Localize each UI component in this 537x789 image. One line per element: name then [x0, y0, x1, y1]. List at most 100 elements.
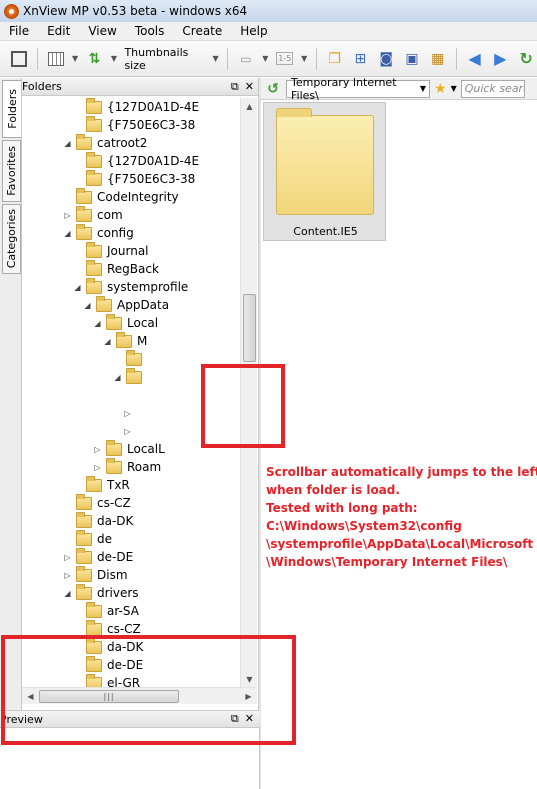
tree-node[interactable]: TxR: [72, 475, 130, 494]
network-icon: ⊞: [354, 50, 367, 67]
one-to-five-button[interactable]: 1-5: [274, 47, 296, 71]
tree-node[interactable]: ◢: [112, 367, 147, 386]
expand-arrow-icon[interactable]: ◢: [82, 301, 93, 310]
tree-node[interactable]: {F750E6C3-38: [72, 115, 195, 134]
folder-icon: [76, 565, 92, 582]
expand-arrow-icon[interactable]: ◢: [62, 229, 73, 238]
page-layout-dropdown[interactable]: ▼: [261, 47, 270, 71]
tree-node[interactable]: {127D0A1D-4E: [72, 98, 199, 116]
rating-dropdown[interactable]: ▼: [300, 47, 309, 71]
tree-node-label: catroot2: [97, 136, 148, 150]
close-icon[interactable]: ✕: [245, 80, 254, 94]
tab-folders-label: Folders: [5, 89, 19, 129]
tree-node[interactable]: ▷: [122, 422, 133, 440]
tree-node-label: {127D0A1D-4E: [107, 154, 200, 168]
expand-arrow-icon[interactable]: ◢: [62, 589, 73, 598]
thumbnails-size-button[interactable]: Thumbnails size: [122, 46, 207, 72]
tree-node[interactable]: [112, 349, 147, 368]
expand-arrow-icon[interactable]: ◢: [62, 139, 73, 148]
page-layout-button[interactable]: ▭: [235, 47, 257, 71]
collapse-arrow-icon[interactable]: ▷: [62, 211, 73, 220]
tree-node[interactable]: de: [62, 529, 112, 548]
fullscreen-button[interactable]: [8, 47, 30, 71]
tree-node[interactable]: cs-CZ: [62, 493, 131, 512]
folder-icon: [76, 223, 92, 240]
quick-search-input[interactable]: Quick search: [460, 79, 525, 98]
refresh-folder-button[interactable]: ↺: [264, 81, 282, 97]
tree-node[interactable]: ▷ Dism: [62, 565, 128, 584]
tree-node[interactable]: RegBack: [72, 259, 159, 278]
slideshow-button[interactable]: ▣: [401, 47, 423, 71]
view-mode-dropdown[interactable]: ▼: [71, 47, 80, 71]
tab-folders[interactable]: Folders: [2, 80, 21, 138]
favorite-star-icon[interactable]: ★: [434, 81, 447, 97]
folder-icon: [126, 367, 142, 384]
folder-icon: [76, 547, 92, 564]
tree-node-label: {127D0A1D-4E: [107, 100, 200, 114]
collapse-arrow-icon[interactable]: ▷: [92, 445, 103, 454]
forward-button[interactable]: ▶: [489, 47, 511, 71]
tree-node-label: M: [137, 334, 148, 348]
tree-node[interactable]: ar-SA: [72, 601, 139, 620]
tree-node[interactable]: ▷ LocalL: [92, 439, 165, 458]
capture-button[interactable]: ◙: [375, 47, 397, 71]
expand-arrow-icon[interactable]: ◢: [102, 337, 113, 346]
menu-view[interactable]: View: [79, 24, 125, 38]
title-bar: XnView MP v0.53 beta - windows x64: [0, 0, 537, 22]
tree-node-label: ar-SA: [107, 604, 139, 618]
tree-node[interactable]: ▷ de-DE: [62, 547, 133, 566]
tree-node[interactable]: ◢ config: [62, 223, 134, 242]
tree-node[interactable]: {F750E6C3-38: [72, 169, 195, 188]
tree-node[interactable]: ▷: [122, 404, 133, 422]
tree-node[interactable]: ◢ M: [102, 331, 148, 350]
rating-icon: 1-5: [276, 52, 294, 65]
menu-help[interactable]: Help: [231, 24, 276, 38]
scroll-up-arrow-icon[interactable]: ▲: [241, 98, 258, 115]
view-mode-button[interactable]: [45, 47, 67, 71]
refresh-button[interactable]: ↻: [515, 47, 537, 71]
menu-edit[interactable]: Edit: [38, 24, 79, 38]
tree-node-label: systemprofile: [107, 280, 189, 294]
network-button[interactable]: ⊞: [350, 47, 372, 71]
toolbar: ▼ ⇅ ▼ Thumbnails size ▼ ▭ ▼ 1-5 ▼ ❐ ⊞ ◙ …: [0, 41, 537, 77]
thumbnail-item[interactable]: Content.IE5: [263, 102, 386, 241]
chevron-down-icon[interactable]: ▼: [451, 84, 457, 93]
tree-node[interactable]: ◢ Local: [92, 313, 158, 332]
expand-arrow-icon[interactable]: ◢: [92, 319, 103, 328]
collapse-arrow-icon[interactable]: ▷: [62, 571, 73, 580]
tree-node[interactable]: {127D0A1D-4E: [72, 151, 200, 170]
highlight-box-tree: [201, 364, 285, 448]
tree-node[interactable]: ◢ catroot2: [62, 133, 148, 152]
convert-button[interactable]: ▦: [427, 47, 449, 71]
tree-node[interactable]: Journal: [72, 241, 149, 260]
toolbar-separator: [315, 47, 317, 70]
float-panel-icon[interactable]: ⧉: [231, 80, 239, 94]
tree-node[interactable]: da-DK: [62, 511, 133, 530]
tree-node[interactable]: [122, 386, 133, 404]
collapse-arrow-icon[interactable]: ▷: [62, 553, 73, 562]
folder-icon: [86, 475, 102, 492]
collapse-arrow-icon[interactable]: ▷: [122, 409, 133, 418]
tree-node[interactable]: CodeIntegrity: [62, 187, 179, 206]
tab-categories[interactable]: Categories: [2, 204, 21, 274]
path-combobox[interactable]: Temporary Internet Files\ ▼: [286, 76, 430, 102]
tree-node[interactable]: ▷ com: [62, 205, 123, 224]
tree-node[interactable]: ◢ systemprofile: [72, 277, 189, 296]
tab-favorites[interactable]: Favorites: [2, 140, 21, 202]
collapse-arrow-icon[interactable]: ▷: [92, 463, 103, 472]
folders-tool-button[interactable]: ❐: [324, 47, 346, 71]
tree-node[interactable]: ◢ drivers: [62, 583, 139, 602]
expand-arrow-icon[interactable]: ◢: [112, 373, 123, 382]
menu-create[interactable]: Create: [173, 24, 231, 38]
sort-dropdown[interactable]: ▼: [109, 47, 118, 71]
sort-button[interactable]: ⇅: [84, 47, 106, 71]
menu-tools[interactable]: Tools: [126, 24, 174, 38]
tree-node[interactable]: ▷ Roam: [92, 457, 161, 476]
thumbnails-size-dropdown[interactable]: ▼: [211, 47, 220, 71]
vertical-scroll-thumb[interactable]: [243, 294, 256, 362]
expand-arrow-icon[interactable]: ◢: [72, 283, 83, 292]
menu-file[interactable]: File: [0, 24, 38, 38]
back-button[interactable]: ◀: [464, 47, 486, 71]
tree-node[interactable]: ◢ AppData: [82, 295, 169, 314]
collapse-arrow-icon[interactable]: ▷: [122, 427, 133, 436]
